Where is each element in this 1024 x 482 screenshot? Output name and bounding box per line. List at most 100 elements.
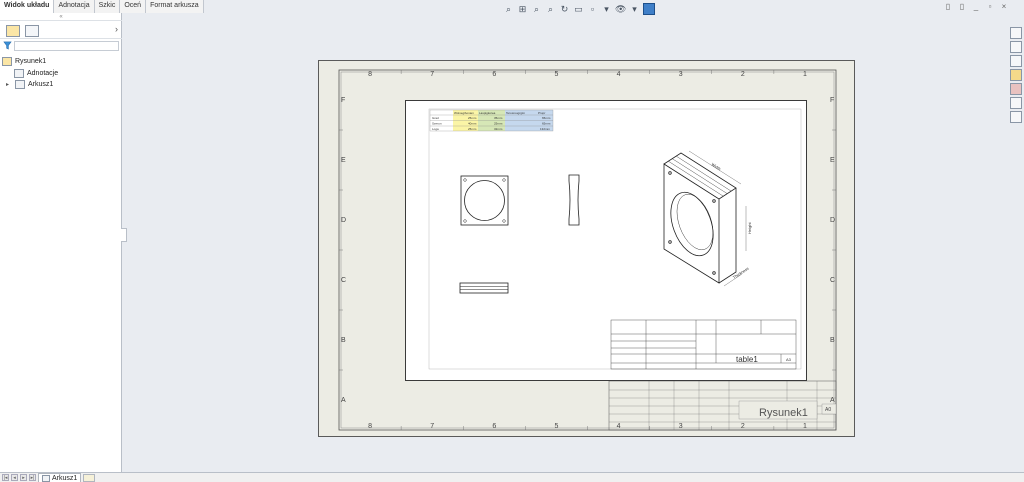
- dropdown-icon[interactable]: ▾: [629, 4, 640, 15]
- zone-column-label: 1: [803, 423, 807, 430]
- table-cell: 132mm: [540, 127, 551, 131]
- design-library-icon[interactable]: [1010, 41, 1022, 53]
- zone-column-label: 7: [430, 423, 434, 430]
- command-manager-tabs: Widok układu Adnotacja Szkic Oceń Format…: [0, 0, 204, 13]
- tab-layout-view[interactable]: Widok układu: [0, 0, 55, 13]
- zone-row-label: E: [341, 157, 346, 164]
- tree-item-drawing[interactable]: Rysunek1: [2, 55, 46, 67]
- table-cell: 40mm: [468, 122, 477, 126]
- restore-icon[interactable]: ▯: [958, 2, 966, 11]
- zone-column-label: 4: [617, 423, 621, 430]
- close-icon[interactable]: ×: [1000, 2, 1008, 11]
- zone-row-label: D: [830, 217, 835, 224]
- feature-manager-panel: « › Rysunek1 Adnotacje ▸ Arkusz1: [0, 0, 122, 472]
- first-sheet-icon[interactable]: |◂: [2, 474, 9, 481]
- zone-row-label: D: [341, 217, 346, 224]
- side-view[interactable]: [568, 174, 580, 226]
- zone-column-label: 5: [554, 423, 558, 430]
- hide-show-items-icon[interactable]: 👁: [615, 4, 626, 15]
- feature-tree-icon[interactable]: [6, 25, 20, 37]
- zone-row-label: B: [341, 337, 346, 344]
- dimension-thickness[interactable]: Thickness: [732, 266, 750, 280]
- task-pane: [1010, 27, 1022, 123]
- next-sheet-icon[interactable]: ▸: [20, 474, 27, 481]
- table-cell: Grad: [432, 116, 439, 120]
- appearances-icon[interactable]: [1010, 83, 1022, 95]
- zone-column-label: 2: [741, 71, 745, 78]
- zone-column-label: 4: [617, 71, 621, 78]
- property-manager-icon[interactable]: [25, 25, 39, 37]
- home-icon[interactable]: [1010, 27, 1022, 39]
- chevron-right-icon[interactable]: ›: [115, 24, 118, 34]
- zone-column-label: 8: [368, 423, 372, 430]
- dimension-width[interactable]: Width: [710, 162, 721, 172]
- filter-input[interactable]: [14, 41, 119, 51]
- top-view[interactable]: [459, 282, 509, 294]
- zone-row-label: C: [830, 277, 835, 284]
- table-cell: 35mm: [494, 116, 503, 120]
- custom-properties-icon[interactable]: [1010, 97, 1022, 109]
- table-cell: Szerun: [432, 122, 442, 126]
- table-cell: 65mm: [542, 122, 551, 126]
- table-cell: 25mm: [468, 127, 477, 131]
- previous-view-icon[interactable]: ⌕: [531, 4, 542, 15]
- zoom-to-area-icon[interactable]: ⊞: [517, 4, 528, 15]
- drawing-icon: [2, 56, 12, 66]
- file-explorer-icon[interactable]: [1010, 55, 1022, 67]
- view-palette-icon[interactable]: [1010, 69, 1022, 81]
- display-style-icon[interactable]: ▫: [587, 4, 598, 15]
- sheet-tab[interactable]: Arkusz1: [38, 473, 82, 482]
- front-view[interactable]: [460, 175, 509, 226]
- inner-drawing-paper[interactable]: Wolnegibonam Laspigkorea Terosrougrgim P…: [405, 100, 807, 381]
- outer-sheet-size: A0: [825, 407, 831, 413]
- tab-sketch[interactable]: Szkic: [94, 0, 121, 13]
- zone-row-label: A: [341, 397, 346, 404]
- zoom-to-fit-icon[interactable]: ⌕: [503, 4, 514, 15]
- inner-sheet-size: A3: [786, 357, 792, 362]
- tab-evaluate[interactable]: Oceń: [120, 0, 147, 13]
- section-view-icon[interactable]: ▭: [573, 4, 584, 15]
- table-header: Terosrougrgim: [506, 111, 526, 115]
- minimize-icon[interactable]: _: [972, 2, 980, 11]
- zone-column-label: 1: [803, 71, 807, 78]
- tab-annotation[interactable]: Adnotacja: [54, 0, 95, 13]
- zone-column-label: 5: [554, 71, 558, 78]
- table-cell: 65mm: [542, 116, 551, 120]
- maximize-icon[interactable]: ▫: [986, 2, 994, 11]
- filter-icon[interactable]: [3, 41, 12, 50]
- inner-drawing: Wolnegibonam Laspigkorea Terosrougrgim P…: [428, 108, 802, 370]
- panel-splitter-grip[interactable]: [121, 228, 127, 242]
- dropdown-icon[interactable]: ▾: [601, 4, 612, 15]
- table-header: Wolnegibonam: [454, 111, 474, 115]
- isometric-view[interactable]: [663, 150, 747, 287]
- tile-icon[interactable]: ▯: [944, 2, 952, 11]
- zone-column-label: 3: [679, 71, 683, 78]
- dimension-height[interactable]: Height: [747, 222, 752, 234]
- rotate-icon[interactable]: ↻: [559, 4, 570, 15]
- tree-item-label: Adnotacje: [27, 69, 59, 77]
- expand-arrow-icon[interactable]: ▸: [6, 81, 12, 88]
- sheet-icon: [42, 474, 50, 482]
- table-header: Laspigkorea: [479, 111, 496, 115]
- zoom-in-out-icon[interactable]: ⌕: [545, 4, 556, 15]
- forum-icon[interactable]: [1010, 111, 1022, 123]
- table-cell: 32mm: [494, 127, 503, 131]
- outer-title-block: [608, 380, 837, 431]
- prev-sheet-icon[interactable]: ◂: [11, 474, 18, 481]
- zone-column-label: 7: [430, 71, 434, 78]
- collapse-handle[interactable]: «: [0, 13, 122, 21]
- add-sheet-button[interactable]: [83, 473, 96, 482]
- last-sheet-icon[interactable]: ▸|: [29, 474, 36, 481]
- sheet-tab-bar: |◂ ◂ ▸ ▸| Arkusz1: [0, 472, 1024, 482]
- view-settings-icon[interactable]: [643, 3, 655, 15]
- table-cell: Loga: [432, 127, 439, 131]
- zone-row-label: F: [830, 97, 834, 104]
- table-header: Prupr: [538, 111, 545, 115]
- inner-title-block: [610, 319, 797, 370]
- inner-title-label: table1: [736, 355, 758, 364]
- tree-item-sheet[interactable]: ▸ Arkusz1: [6, 78, 53, 90]
- table-cell: 25mm: [494, 122, 503, 126]
- panel-toolbar: ›: [0, 23, 122, 39]
- tab-sheet-format[interactable]: Format arkusza: [146, 0, 204, 13]
- zone-row-label: F: [341, 97, 345, 104]
